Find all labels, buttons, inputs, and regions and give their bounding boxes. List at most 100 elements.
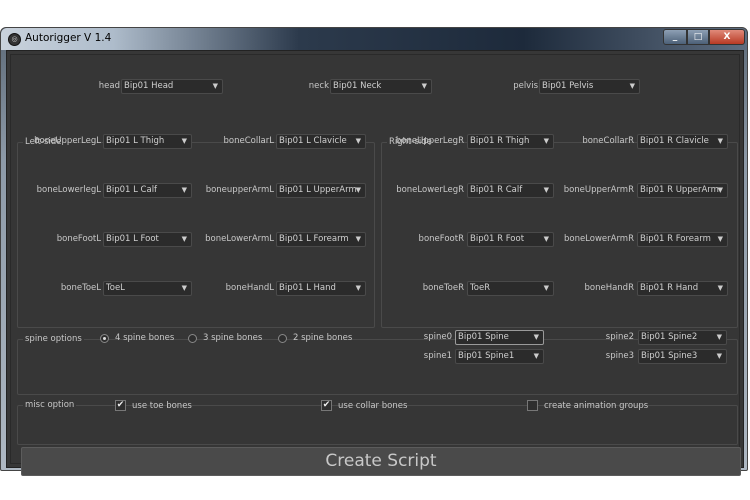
boneLowerLegR-label: boneLowerLegR [396,185,464,195]
spine1-value: Bip01 Spine1 [458,351,515,361]
boneUpperLegL-dropdown[interactable]: Bip01 L Thigh ▼ [103,134,192,149]
boneUpperArmR-dropdown[interactable]: Bip01 R UpperArm ▼ [637,183,728,198]
chevron-down-icon: ▼ [629,82,635,90]
boneHandR-dropdown[interactable]: Bip01 R Hand ▼ [637,281,728,296]
chevron-down-icon: ▼ [533,352,539,360]
window-title: Autorigger V 1.4 [25,32,112,44]
spine-options-group: spine options [17,334,738,395]
boneLowerlegL-dropdown[interactable]: Bip01 L Calf ▼ [103,183,192,198]
chevron-down-icon: ▼ [716,333,722,341]
boneHandL-dropdown[interactable]: Bip01 L Hand ▼ [276,281,366,296]
spine2-dropdown[interactable]: Bip01 Spine2 ▼ [638,330,727,345]
radio-spine-3[interactable] [188,334,197,343]
boneCollarL-label: boneCollarL [223,136,274,146]
head-dropdown[interactable]: Bip01 Head ▼ [121,79,223,94]
checkbox-use-toe-bones[interactable]: ✔ [115,400,126,411]
spine0-dropdown[interactable]: Bip01 Spine ▼ [455,330,544,345]
boneHandL-label: boneHandL [225,283,274,293]
chevron-down-icon: ▼ [717,284,723,292]
spine1-label: spine1 [423,351,452,361]
pelvis-label: pelvis [513,81,538,91]
chevron-down-icon: ▼ [543,284,549,292]
boneLowerArmL-label: boneLowerArmL [205,234,274,244]
boneFootL-value: Bip01 L Foot [106,234,159,244]
chevron-down-icon: ▼ [355,186,361,194]
boneHandR-label: boneHandR [584,283,634,293]
boneUpperArmR-value: Bip01 R UpperArm [640,185,719,195]
chevron-down-icon: ▼ [181,137,187,145]
neck-dropdown[interactable]: Bip01 Neck ▼ [330,79,432,94]
radio-label: 2 spine bones [293,333,353,343]
chevron-down-icon: ▼ [181,186,187,194]
boneToeR-value: ToeR [470,283,491,293]
spine0-label: spine0 [423,332,452,342]
boneUpperArmR-label: boneUpperArmR [563,185,634,195]
title-bar[interactable]: ◎ Autorigger V 1.4 _ □ X [1,28,747,50]
spine-options-title: spine options [23,334,84,344]
pelvis-dropdown[interactable]: Bip01 Pelvis ▼ [539,79,640,94]
chevron-down-icon: ▼ [533,333,539,341]
neck-value: Bip01 Neck [333,81,382,91]
boneFootR-dropdown[interactable]: Bip01 R Foot ▼ [467,232,554,247]
checkbox-create-animation-groups[interactable] [527,400,538,411]
boneToeL-dropdown[interactable]: ToeL ▼ [103,281,192,296]
boneUpperLegL-label: boneUpperLegL [34,136,101,146]
spine1-dropdown[interactable]: Bip01 Spine1 ▼ [455,349,544,364]
maximize-button[interactable]: □ [687,29,709,45]
boneToeR-label: boneToeR [422,283,464,293]
radio-label: 4 spine bones [115,333,175,343]
boneLowerArmL-value: Bip01 L Forearm [279,234,349,244]
client-area: Left-side Right-side spine options misc … [6,50,744,476]
checkbox-label: use toe bones [132,401,192,411]
close-button[interactable]: X [709,29,745,45]
chevron-down-icon: ▼ [543,186,549,194]
checkbox-label: use collar bones [338,401,408,411]
misc-option-title: misc option [23,400,77,410]
boneupperArmL-label: boneupperArmL [205,185,274,195]
boneUpperLegR-label: boneUpperLegR [395,136,464,146]
chevron-down-icon: ▼ [543,235,549,243]
spine3-dropdown[interactable]: Bip01 Spine3 ▼ [638,349,727,364]
boneFootR-value: Bip01 R Foot [470,234,525,244]
radio-spine-4[interactable] [100,334,109,343]
chevron-down-icon: ▼ [355,284,361,292]
boneHandR-value: Bip01 R Hand [640,283,699,293]
chevron-down-icon: ▼ [212,82,218,90]
chevron-down-icon: ▼ [181,235,187,243]
create-script-button[interactable]: Create Script [21,447,741,476]
boneFootR-label: boneFootR [418,234,464,244]
boneupperArmL-value: Bip01 L UpperArm [279,185,357,195]
chevron-down-icon: ▼ [717,137,723,145]
boneToeR-dropdown[interactable]: ToeR ▼ [467,281,554,296]
minimize-button[interactable]: _ [663,29,687,45]
chevron-down-icon: ▼ [181,284,187,292]
boneCollarL-dropdown[interactable]: Bip01 L Clavicle ▼ [276,134,366,149]
boneCollarR-dropdown[interactable]: Bip01 R Clavicle ▼ [637,134,728,149]
boneLowerlegL-value: Bip01 L Calf [106,185,158,195]
boneupperArmL-dropdown[interactable]: Bip01 L UpperArm ▼ [276,183,366,198]
chevron-down-icon: ▼ [543,137,549,145]
autorigger-window: ◎ Autorigger V 1.4 _ □ X Left-side Right… [0,27,748,476]
boneUpperLegR-value: Bip01 R Thigh [470,136,530,146]
boneLowerArmR-dropdown[interactable]: Bip01 R Forearm ▼ [637,232,728,247]
boneLowerArmR-label: boneLowerArmR [563,234,634,244]
app-icon: ◎ [8,33,21,46]
radio-spine-2[interactable] [278,334,287,343]
pelvis-value: Bip01 Pelvis [542,81,594,91]
boneFootL-dropdown[interactable]: Bip01 L Foot ▼ [103,232,192,247]
head-label: head [98,81,120,91]
boneHandL-value: Bip01 L Hand [279,283,336,293]
spine2-value: Bip01 Spine2 [641,332,698,342]
boneLowerArmL-dropdown[interactable]: Bip01 L Forearm ▼ [276,232,366,247]
boneLowerLegR-dropdown[interactable]: Bip01 R Calf ▼ [467,183,554,198]
boneToeL-value: ToeL [106,283,125,293]
checkbox-use-collar-bones[interactable]: ✔ [321,400,332,411]
boneUpperLegR-dropdown[interactable]: Bip01 R Thigh ▼ [467,134,554,149]
boneLowerlegL-label: boneLowerlegL [36,185,101,195]
chevron-down-icon: ▼ [355,235,361,243]
chevron-down-icon: ▼ [716,352,722,360]
neck-label: neck [308,81,329,91]
spine2-label: spine2 [605,332,634,342]
radio-label: 3 spine bones [203,333,263,343]
chevron-down-icon: ▼ [421,82,427,90]
